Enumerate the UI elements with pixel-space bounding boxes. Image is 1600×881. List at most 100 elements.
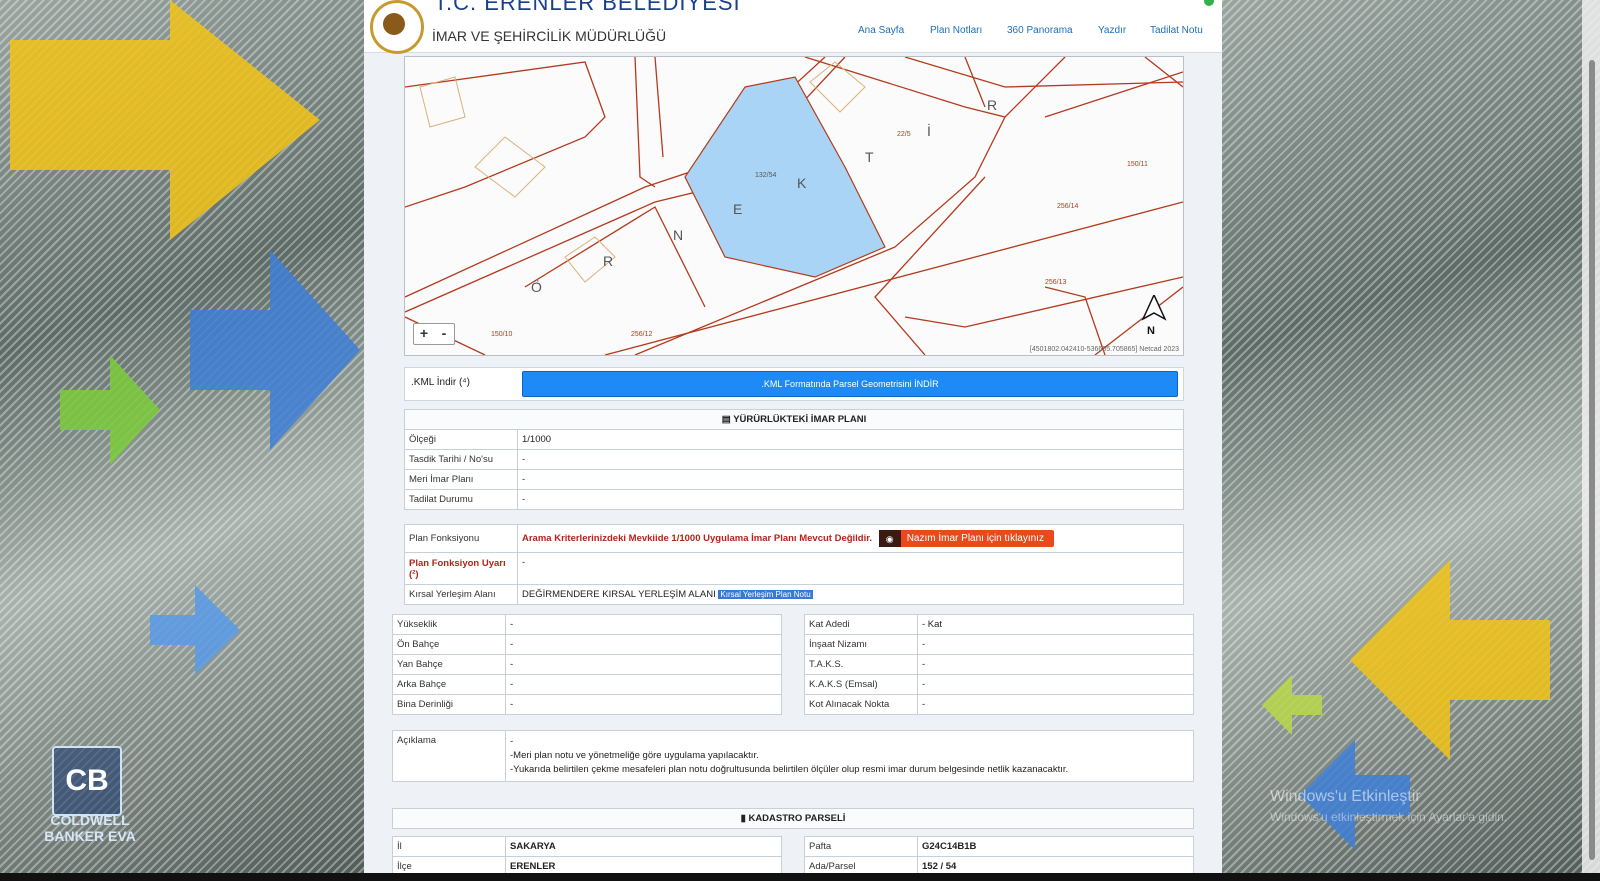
floor-count-value: - Kat [917, 614, 1194, 635]
north-arrow-icon [1141, 295, 1167, 321]
approval-date-label: Tasdik Tarihi / No'su [404, 449, 518, 470]
road-letter: K [797, 175, 807, 191]
plan-function-label: Plan Fonksiyonu [404, 524, 518, 553]
kml-download-label: .KML İndir (⁴) [411, 377, 470, 388]
rural-area-value: DEĞİRMENDERE KIRSAL YERLEŞİM ALANI [522, 589, 716, 600]
nav-360-panorama[interactable]: 360 Panorama [1007, 25, 1073, 36]
side-yard-label: Yan Bahçe [392, 654, 506, 675]
description-label: Açıklama [392, 730, 506, 782]
nav-home[interactable]: Ana Sayfa [858, 25, 904, 36]
zoning-plan-table: ▤ YÜRÜRLÜKTEKİ İMAR PLANI Ölçeği 1/1000 T… [404, 409, 1184, 510]
elevation-point-value: - [917, 694, 1194, 715]
block-parcel-value: 152 / 54 [917, 856, 1194, 873]
building-params-left-table: Yükseklik - Ön Bahçe - Yan Bahçe - Arka Bah… [392, 614, 782, 715]
kaks-value: - [917, 674, 1194, 695]
plan-function-value: Arama Kriterlerinizdeki Mevkiide 1/1000 … [522, 533, 873, 544]
kml-download-row: .KML İndir (⁴) .KML Formatında Parsel Ge… [404, 367, 1184, 401]
cadastral-heading-table: ▮ KADASTRO PARSELİ [392, 808, 1194, 829]
rural-plan-note-link[interactable]: Kırsal Yerleşim Plan Notu [718, 590, 813, 599]
kaks-label: K.A.K.S (Emsal) [804, 674, 918, 695]
scale-label: Ölçeği [404, 429, 518, 450]
amendment-status-label: Tadilat Durumu [404, 489, 518, 510]
yellow-left-arrow-icon [1350, 560, 1550, 760]
map-label: 150/11 [1127, 161, 1148, 168]
kml-download-button[interactable]: .KML Formatında Parsel Geometrisini İNDİ… [522, 371, 1178, 397]
scrollbar-thumb[interactable] [1589, 60, 1595, 860]
height-value: - [505, 614, 782, 635]
zoning-plan-heading: ▤ YÜRÜRLÜKTEKİ İMAR PLANI [404, 409, 1184, 430]
current-plan-label: Meri İmar Planı [404, 469, 518, 490]
description-line: -Yukarıda belirtilen çekme mesafeleri pl… [510, 764, 1069, 775]
sheet-label: Pafta [804, 836, 918, 857]
district-label: İlçe [392, 856, 506, 873]
page-content: T.C. ERENLER BELEDİYESİ İMAR VE ŞEHİRCİL… [364, 0, 1222, 873]
cadastral-left-table: İl SAKARYA İlçe ERENLER [392, 836, 782, 873]
road-letter: R [987, 97, 998, 113]
municipality-seal-icon [370, 0, 424, 54]
blue-arrow-icon [190, 250, 360, 450]
page-header: T.C. ERENLER BELEDİYESİ İMAR VE ŞEHİRCİL… [364, 0, 1222, 54]
coldwell-banker-text: COLDWELL BANKER EVA [44, 812, 136, 844]
status-indicator-icon [1204, 0, 1214, 6]
description-table: Açıklama - -Meri plan notu ve yönetmeliğ… [392, 730, 1194, 782]
road-letter: R [603, 253, 614, 269]
zoom-in-button[interactable]: + [414, 324, 434, 344]
nav-plan-notes[interactable]: Plan Notları [930, 25, 982, 36]
road-letter: İ [927, 123, 931, 139]
map-label: 22/5 [897, 131, 911, 138]
link-icon: ◉ [878, 530, 901, 547]
district-value: ERENLER [505, 856, 782, 873]
parcel-number-label: 132/54 [755, 172, 777, 179]
scale-value: 1/1000 [517, 429, 1184, 450]
plan-function-warning-value: - [517, 552, 1184, 585]
taks-value: - [917, 654, 1194, 675]
rural-area-label: Kırsal Yerleşim Alanı [404, 584, 518, 605]
taks-label: T.A.K.S. [804, 654, 918, 675]
building-depth-value: - [505, 694, 782, 715]
map-label: 150/10 [491, 331, 513, 338]
plan-function-table: Plan Fonksiyonu Arama Kriterlerinizdeki … [404, 524, 1184, 605]
page-title: T.C. ERENLER BELEDİYESİ [434, 0, 741, 15]
approval-date-value: - [517, 449, 1184, 470]
description-line: -Meri plan notu ve yönetmeliğe göre uygu… [510, 750, 759, 761]
cadastral-right-table: Pafta G24C14B1B Ada/Parsel 152 / 54 [804, 836, 1194, 873]
cadastral-heading: ▮ KADASTRO PARSELİ [392, 808, 1194, 829]
parcel-map[interactable]: 132/54 22/5 150/11 256/14 256/13 150/10 … [404, 56, 1184, 356]
zoom-control: + - [413, 323, 455, 345]
yellow-arrow-icon [10, 0, 320, 240]
road-letter: Ö [531, 279, 542, 295]
north-label: N [1147, 325, 1155, 337]
description-text: - -Meri plan notu ve yönetmeliğe göre uy… [505, 730, 1194, 782]
block-parcel-label: Ada/Parsel [804, 856, 918, 873]
road-letter: E [733, 201, 743, 217]
coldwell-banker-logo: CB [52, 746, 122, 816]
page-subtitle: İMAR VE ŞEHİRCİLİK MÜDÜRLÜĞÜ [432, 28, 667, 44]
rear-yard-value: - [505, 674, 782, 695]
nav-print[interactable]: Yazdır [1098, 25, 1126, 36]
zoom-out-button[interactable]: - [434, 324, 454, 344]
green-arrow-icon [60, 355, 160, 465]
map-label: 256/12 [631, 331, 653, 338]
province-label: İl [392, 836, 506, 857]
lime-left-arrow-icon [1262, 675, 1322, 735]
front-yard-value: - [505, 634, 782, 655]
master-plan-button[interactable]: ◉ Nazım İmar Planı için tıklayınız [878, 530, 1054, 547]
windows-activation-text: Windows'u etkinleştirmek için Ayarlar'a … [1270, 810, 1508, 824]
rear-yard-label: Arka Bahçe [392, 674, 506, 695]
front-yard-label: Ön Bahçe [392, 634, 506, 655]
elevation-point-label: Kot Alınacak Nokta [804, 694, 918, 715]
description-line: - [510, 736, 514, 747]
building-depth-label: Bina Derinliği [392, 694, 506, 715]
map-label: 256/13 [1045, 279, 1067, 286]
construction-order-label: İnşaat Nizamı [804, 634, 918, 655]
road-letter: N [673, 227, 684, 243]
height-label: Yükseklik [392, 614, 506, 635]
amendment-status-value: - [517, 489, 1184, 510]
sheet-value: G24C14B1B [917, 836, 1194, 857]
map-label: 256/14 [1057, 203, 1079, 210]
nav-amendment-notes[interactable]: Tadilat Notu [1150, 25, 1203, 36]
selected-parcel-shape[interactable] [684, 76, 886, 278]
construction-order-value: - [917, 634, 1194, 655]
road-letter: T [865, 149, 874, 165]
light-blue-arrow-icon [150, 585, 240, 675]
